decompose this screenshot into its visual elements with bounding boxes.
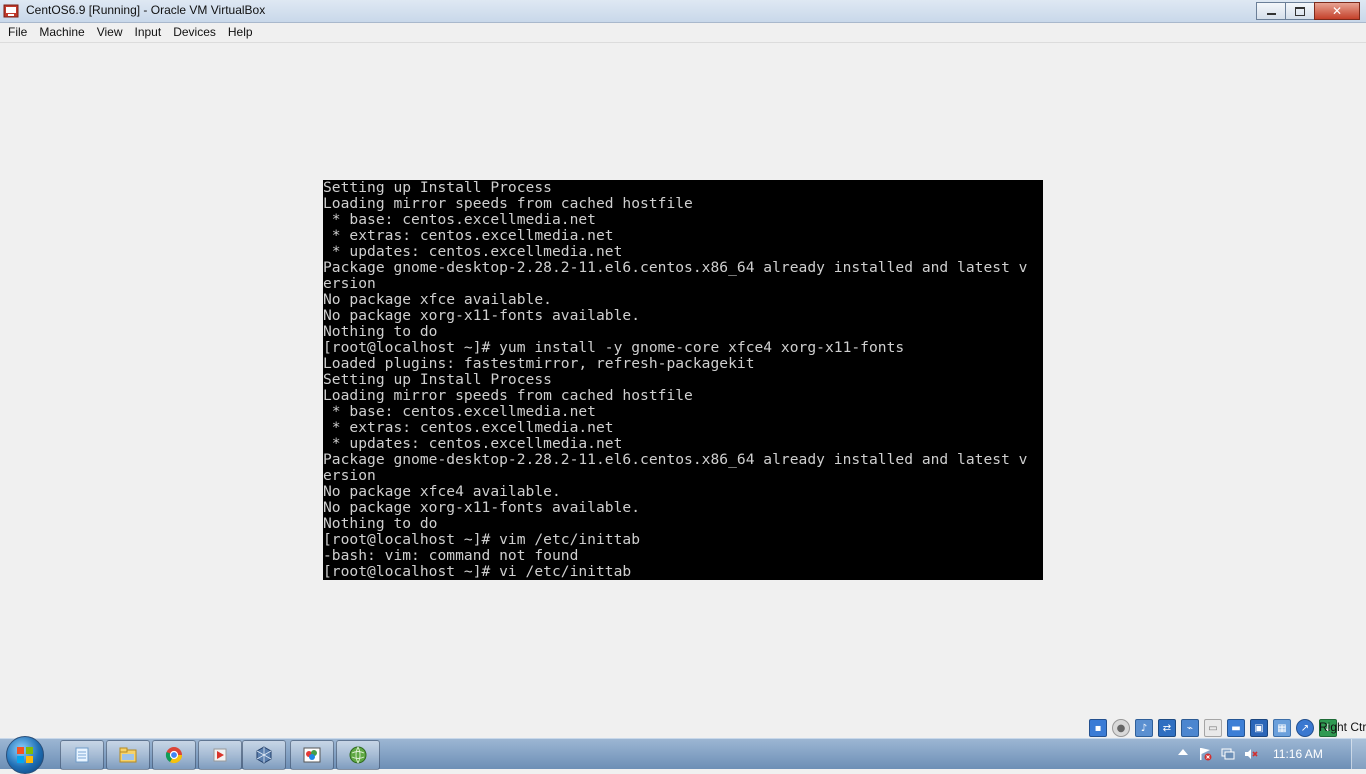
- console-line: No package xorg-x11-fonts available.: [323, 499, 641, 516]
- cpu-icon[interactable]: ▦: [1273, 719, 1291, 737]
- audio-icon[interactable]: ♪: [1135, 719, 1153, 737]
- network-icon[interactable]: ⇄: [1158, 719, 1176, 737]
- windows-logo-icon: [17, 747, 33, 763]
- virtualbox-icon: [3, 4, 19, 18]
- minimize-icon: [1266, 13, 1276, 15]
- virtualbox-icon: [256, 746, 272, 764]
- minimize-button[interactable]: [1256, 2, 1286, 20]
- taskbar-browser[interactable]: [336, 740, 380, 770]
- flag-icon[interactable]: [1198, 747, 1212, 761]
- volume-muted-icon[interactable]: [1244, 747, 1258, 761]
- restore-icon: [1295, 6, 1305, 16]
- taskbar-chrome[interactable]: [152, 740, 196, 770]
- console-line: * updates: centos.excellmedia.net: [323, 243, 623, 260]
- vm-console-screen[interactable]: Setting up Install Process Loading mirro…: [323, 180, 1043, 580]
- close-icon: ✕: [1331, 4, 1343, 18]
- media-icon: [213, 748, 227, 762]
- console-line: Package gnome-desktop-2.28.2-11.el6.cent…: [323, 451, 1028, 468]
- mouse-integration-icon[interactable]: ↗: [1296, 719, 1314, 737]
- console-line: * base: centos.excellmedia.net: [323, 211, 596, 228]
- browser-icon: [349, 746, 367, 764]
- window-titlebar[interactable]: CentOS6.9 [Running] - Oracle VM VirtualB…: [0, 0, 1366, 23]
- console-line: [root@localhost ~]# vim /etc/inittab: [323, 531, 641, 548]
- menu-devices[interactable]: Devices: [167, 23, 222, 42]
- video-capture-icon[interactable]: ▣: [1250, 719, 1268, 737]
- vm-status-bar: ▪ ● ♪ ⇄ ⌁ ▭ ▬ ▣ ▦ ↗ ↓ Right Ctrl: [0, 717, 1366, 738]
- show-desktop-button[interactable]: [1351, 739, 1366, 769]
- console-line: Setting up Install Process: [323, 180, 552, 196]
- windows-taskbar: 11:16 AM: [0, 736, 1366, 774]
- taskbar-explorer[interactable]: [106, 740, 150, 770]
- console-line: ersion: [323, 275, 376, 292]
- taskbar-virtualbox[interactable]: [242, 740, 286, 770]
- menu-help[interactable]: Help: [222, 23, 259, 42]
- host-key-label: Right Ctrl: [1319, 720, 1366, 734]
- console-line: Loading mirror speeds from cached hostfi…: [323, 195, 693, 212]
- close-button[interactable]: ✕: [1314, 2, 1360, 20]
- file-explorer-icon: [119, 747, 137, 763]
- console-line: No package xfce available.: [323, 291, 552, 308]
- taskbar-paint[interactable]: [290, 740, 334, 770]
- console-line: Nothing to do: [323, 323, 438, 340]
- notepad-icon: [75, 747, 89, 763]
- optical-drive-icon[interactable]: ●: [1112, 719, 1130, 737]
- start-button[interactable]: [6, 736, 44, 774]
- console-line: Nothing to do: [323, 515, 438, 532]
- shared-folders-icon[interactable]: ▭: [1204, 719, 1222, 737]
- console-line: [root@localhost ~]# yum install -y gnome…: [323, 339, 905, 356]
- console-line: No package xfce4 available.: [323, 483, 561, 500]
- console-line: * base: centos.excellmedia.net: [323, 403, 596, 420]
- menu-bar: File Machine View Input Devices Help: [0, 23, 1366, 43]
- window-title: CentOS6.9 [Running] - Oracle VM VirtualB…: [26, 3, 266, 17]
- hard-disk-icon[interactable]: ▪: [1089, 719, 1107, 737]
- console-line: ersion: [323, 467, 376, 484]
- console-line: Package gnome-desktop-2.28.2-11.el6.cent…: [323, 259, 1028, 276]
- console-line: [root@localhost ~]# vi /etc/inittab: [323, 563, 632, 580]
- taskbar-notepad[interactable]: [60, 740, 104, 770]
- console-line: * extras: centos.excellmedia.net: [323, 227, 614, 244]
- system-tray: 11:16 AM: [1176, 739, 1366, 769]
- menu-machine[interactable]: Machine: [33, 23, 90, 42]
- network-status-icon[interactable]: [1221, 747, 1235, 761]
- console-line: Setting up Install Process: [323, 371, 552, 388]
- console-line: * updates: centos.excellmedia.net: [323, 435, 623, 452]
- console-line: Loaded plugins: fastestmirror, refresh-p…: [323, 355, 755, 372]
- menu-input[interactable]: Input: [129, 23, 168, 42]
- status-icon-group: ▪ ● ♪ ⇄ ⌁ ▭ ▬ ▣ ▦ ↗ ↓: [1089, 719, 1342, 737]
- menu-view[interactable]: View: [91, 23, 129, 42]
- chrome-icon: [165, 747, 183, 764]
- window-controls: ✕: [1256, 2, 1360, 20]
- taskbar-media[interactable]: [198, 740, 242, 770]
- usb-icon[interactable]: ⌁: [1181, 719, 1199, 737]
- display-icon[interactable]: ▬: [1227, 719, 1245, 737]
- menu-file[interactable]: File: [2, 23, 33, 42]
- taskbar-clock[interactable]: 11:16 AM: [1273, 747, 1323, 761]
- paint-icon: [303, 747, 321, 763]
- console-line: Loading mirror speeds from cached hostfi…: [323, 387, 693, 404]
- restore-button[interactable]: [1285, 2, 1315, 20]
- console-line: -bash: vim: command not found: [323, 547, 579, 564]
- console-line: * extras: centos.excellmedia.net: [323, 419, 614, 436]
- show-hidden-icons-icon[interactable]: [1178, 749, 1188, 755]
- console-line: No package xorg-x11-fonts available.: [323, 307, 641, 324]
